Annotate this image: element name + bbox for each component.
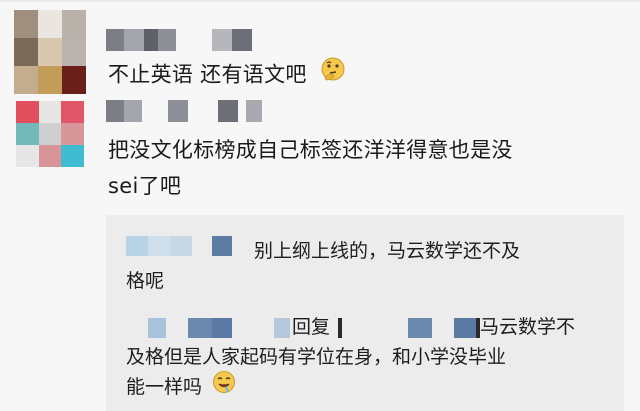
username-mosaic[interactable]	[106, 29, 198, 51]
thinking-face-icon	[320, 56, 346, 91]
username-mosaic[interactable]	[148, 318, 232, 338]
reply-keyword: 回复	[292, 316, 331, 338]
avatar[interactable]	[16, 101, 84, 167]
comment-text-line: 不止英语 还有语文吧	[108, 62, 307, 87]
comment-text-line: 把没文化标榜成自己标签还洋洋得意也是没	[108, 138, 513, 162]
reply-text-line: 及格但是人家起码有学位在身，和小学没毕业	[126, 346, 507, 368]
username-mosaic	[246, 100, 262, 122]
reply-text-line: 别上纲上线的，马云数学还不及	[254, 240, 521, 262]
reply-text-line: 能一样吗	[126, 371, 236, 404]
username-mosaic[interactable]	[106, 100, 238, 122]
comment-text-line: sei了吧	[108, 174, 182, 198]
username-mosaic[interactable]	[338, 318, 480, 338]
top-divider	[0, 0, 640, 2]
avatar[interactable]	[14, 10, 86, 94]
reply-text-tail: 马云数学不	[480, 316, 576, 338]
username-mosaic	[212, 29, 252, 51]
username-mosaic	[274, 318, 290, 338]
comment-text: 不止英语 还有语文吧	[108, 56, 346, 93]
reply-text: 能一样吗	[126, 376, 203, 398]
drooling-face-icon	[212, 370, 236, 403]
reply-text-line: 格呢	[126, 270, 165, 292]
username-mosaic[interactable]	[126, 236, 232, 256]
